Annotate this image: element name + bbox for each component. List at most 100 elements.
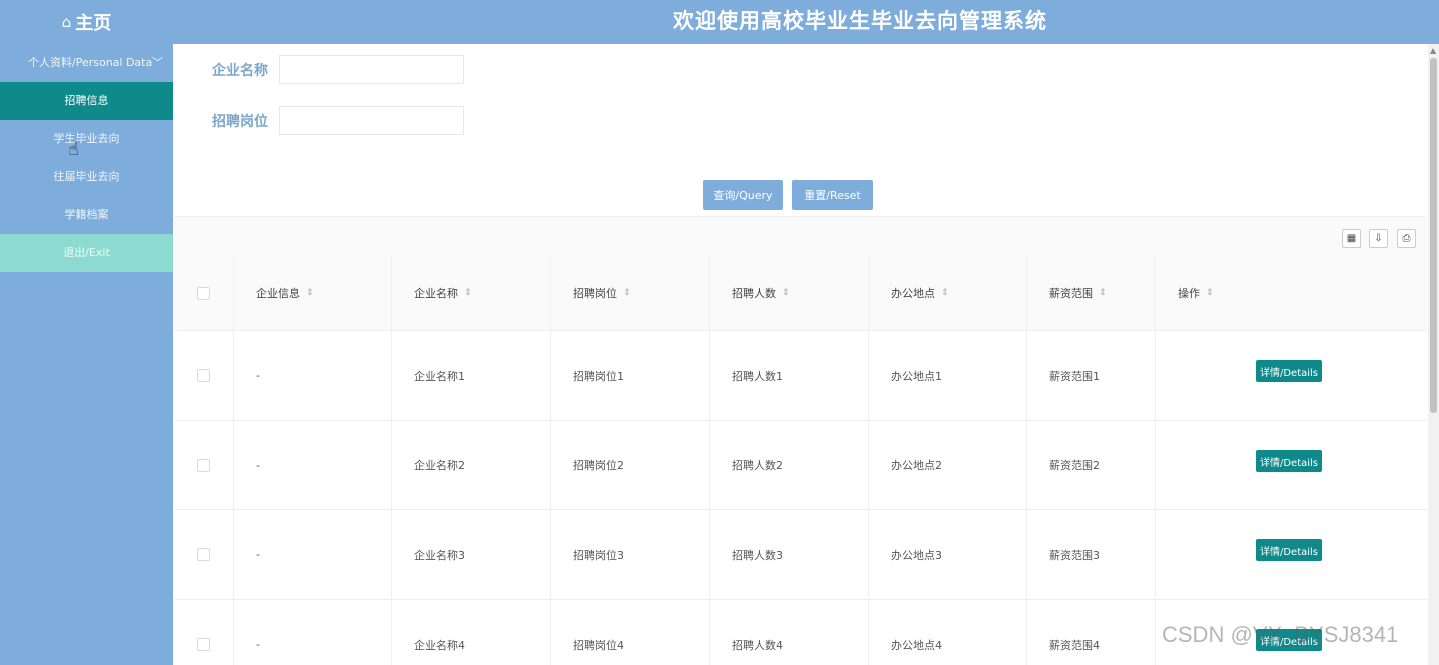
column-header[interactable]: 招聘人数 ⇕ (710, 256, 869, 330)
details-button[interactable]: 详情/Details (1256, 360, 1322, 382)
sidebar-item-label: 个人资料/Personal Data (28, 56, 153, 69)
company-name-row: 企业名称 (212, 55, 464, 84)
position-label: 招聘岗位 (212, 113, 268, 130)
cell-info: - (234, 331, 392, 420)
sidebar-item-student-destination[interactable]: 学生毕业去向 (0, 120, 173, 158)
cell-salary: 薪资范围2 (1027, 421, 1156, 509)
table-header-row: 企业信息 ⇕ 企业名称 ⇕ 招聘岗位 ⇕ 招聘人数 ⇕ 办公地点 ⇕ 薪资范围 ⇕ 操作 ⇕ (174, 256, 1427, 331)
cell-position: 招聘岗位2 (551, 421, 710, 509)
cell-company-name: 企业名称1 (392, 331, 551, 420)
column-header[interactable]: 招聘岗位 ⇕ (551, 256, 710, 330)
column-header[interactable]: 企业名称 ⇕ (392, 256, 551, 330)
row-checkbox[interactable] (197, 638, 210, 651)
cell-info: - (234, 600, 392, 665)
export-icon[interactable]: ⇩ (1369, 229, 1388, 248)
chevron-down-icon: ﹀ (152, 56, 163, 69)
column-header-label: 薪资范围 (1049, 287, 1093, 300)
cell-actions: 详情/Details (1156, 510, 1427, 599)
row-checkbox[interactable] (197, 369, 210, 382)
top-header: ⌂ 主页 欢迎使用高校毕业生毕业去向管理系统 (0, 0, 1439, 44)
system-title: 欢迎使用高校毕业生毕业去向管理系统 (673, 9, 1047, 33)
position-row: 招聘岗位 (212, 106, 464, 135)
sidebar-item-label: 学籍档案 (64, 208, 109, 221)
home-label: 主页 (75, 13, 112, 34)
details-button[interactable]: 详情/Details (1256, 539, 1322, 561)
select-all-checkbox[interactable] (197, 286, 210, 300)
position-input[interactable] (279, 106, 464, 135)
sort-icon: ⇕ (306, 288, 314, 298)
details-button[interactable]: 详情/Details (1256, 450, 1322, 472)
sort-icon: ⇕ (623, 288, 631, 298)
row-checkbox[interactable] (197, 548, 210, 561)
home-icon: ⌂ (61, 13, 72, 31)
sidebar-item-exit[interactable]: 退出/Exit (0, 234, 173, 272)
columns-icon[interactable]: ▦ (1342, 229, 1361, 248)
cell-salary: 薪资范围4 (1027, 600, 1156, 665)
column-header[interactable]: 办公地点 ⇕ (869, 256, 1027, 330)
home-link[interactable]: ⌂ 主页 (0, 0, 173, 44)
cell-headcount: 招聘人数3 (710, 510, 869, 599)
sort-icon: ⇕ (1099, 288, 1107, 298)
sidebar-item-past-destination[interactable]: 往届毕业去向 (0, 158, 173, 196)
cell-headcount: 招聘人数1 (710, 331, 869, 420)
scroll-up-icon[interactable]: ▲ (1430, 46, 1436, 55)
column-header[interactable]: 操作 ⇕ (1156, 256, 1427, 330)
column-header-label: 操作 (1178, 287, 1200, 300)
select-all-cell (174, 256, 234, 330)
sidebar-item-recruitment[interactable]: 招聘信息 (0, 82, 173, 120)
cell-actions: 详情/Details (1156, 331, 1427, 420)
row-checkbox[interactable] (197, 458, 210, 472)
cell-headcount: 招聘人数4 (710, 600, 869, 665)
cell-position: 招聘岗位3 (551, 510, 710, 599)
cell-salary: 薪资范围3 (1027, 510, 1156, 599)
cell-location: 办公地点2 (869, 421, 1027, 509)
column-header-label: 企业信息 (256, 287, 300, 300)
cell-company-name: 企业名称3 (392, 510, 551, 599)
vertical-scrollbar[interactable]: ▲ (1428, 44, 1439, 665)
hand-cursor-icon: ☝ (68, 139, 79, 160)
column-header-label: 招聘岗位 (573, 287, 617, 300)
sidebar-item-student-records[interactable]: 学籍档案 (0, 196, 173, 234)
cell-actions: 详情/Details (1156, 421, 1427, 509)
cell-info: - (234, 510, 392, 599)
column-header-label: 办公地点 (891, 287, 935, 300)
sidebar-item-label: 退出/Exit (63, 246, 110, 259)
cell-location: 办公地点1 (869, 331, 1027, 420)
cell-position: 招聘岗位1 (551, 331, 710, 420)
table-row: - 企业名称1 招聘岗位1 招聘人数1 办公地点1 薪资范围1 详情/Detai… (174, 331, 1427, 421)
watermark: CSDN @VX_BYSJ8341 (1162, 622, 1399, 647)
sidebar-item-label: 学生毕业去向 (53, 132, 120, 145)
cell-location: 办公地点3 (869, 510, 1027, 599)
table-row: - 企业名称2 招聘岗位2 招聘人数2 办公地点2 薪资范围2 详情/Detai… (174, 421, 1427, 510)
column-header[interactable]: 薪资范围 ⇕ (1027, 256, 1156, 330)
company-name-input[interactable] (279, 55, 464, 84)
cell-position: 招聘岗位4 (551, 600, 710, 665)
cell-company-name: 企业名称2 (392, 421, 551, 509)
table-toolbar: ▦ ⇩ ⎙ (174, 216, 1427, 256)
row-select-cell (174, 331, 234, 420)
row-select-cell (174, 421, 234, 509)
row-select-cell (174, 600, 234, 665)
sidebar-item-personal-data[interactable]: 个人资料/Personal Data ﹀ (0, 44, 173, 82)
column-header[interactable]: 企业信息 ⇕ (234, 256, 392, 330)
sidebar-item-label: 招聘信息 (64, 94, 109, 107)
sidebar-item-label: 往届毕业去向 (53, 170, 120, 183)
sort-icon: ⇕ (464, 288, 472, 298)
company-name-label: 企业名称 (212, 62, 268, 79)
cell-headcount: 招聘人数2 (710, 421, 869, 509)
main-content: 企业名称 招聘岗位 查询/Query 重置/Reset ▦ ⇩ ⎙ 企业信息 ⇕ … (174, 44, 1427, 665)
query-button[interactable]: 查询/Query (703, 180, 783, 210)
cell-company-name: 企业名称4 (392, 600, 551, 665)
reset-button[interactable]: 重置/Reset (792, 180, 873, 210)
sidebar: 个人资料/Personal Data ﹀ 招聘信息 学生毕业去向 往届毕业去向 … (0, 44, 173, 665)
cell-salary: 薪资范围1 (1027, 331, 1156, 420)
row-select-cell (174, 510, 234, 599)
cell-location: 办公地点4 (869, 600, 1027, 665)
cell-info: - (234, 421, 392, 509)
column-header-label: 招聘人数 (732, 287, 776, 300)
table-row: - 企业名称3 招聘岗位3 招聘人数3 办公地点3 薪资范围3 详情/Detai… (174, 510, 1427, 600)
scrollbar-thumb[interactable] (1430, 58, 1437, 413)
print-icon[interactable]: ⎙ (1397, 229, 1416, 248)
column-header-label: 企业名称 (414, 287, 458, 300)
sort-icon: ⇕ (1206, 288, 1214, 298)
